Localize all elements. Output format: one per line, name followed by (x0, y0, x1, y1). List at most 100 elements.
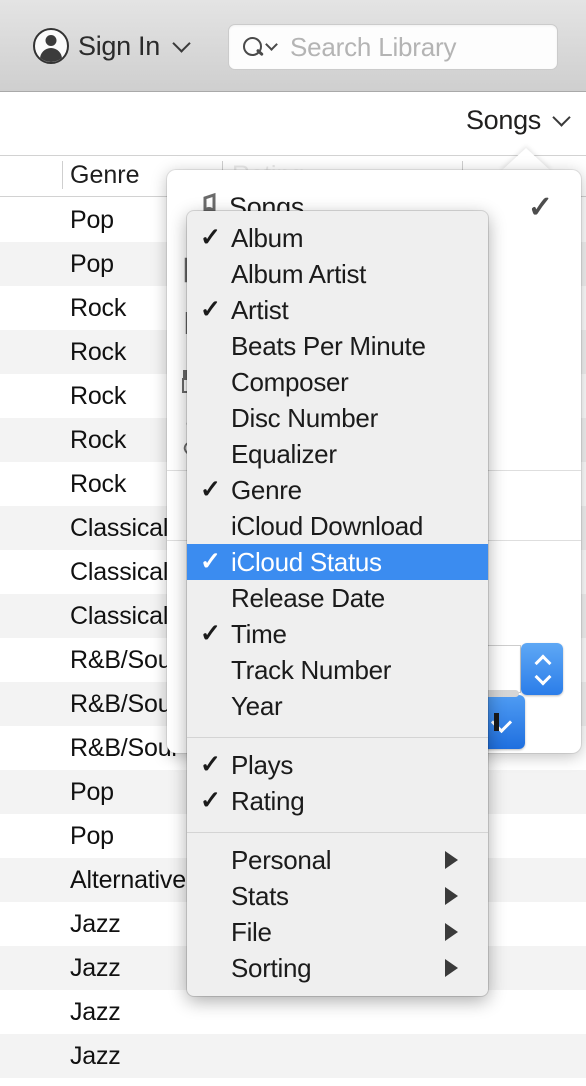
column-header-genre[interactable]: Genre (70, 161, 139, 190)
itunes-window: Sign In Search Library Songs Genre Ratin… (0, 0, 586, 1086)
menu-item-album[interactable]: ✓ Album (187, 220, 488, 256)
cell-genre: R&B/Soul (70, 689, 177, 718)
search-input[interactable]: Search Library (228, 24, 558, 70)
menu-item-plays[interactable]: ✓ Plays (187, 747, 488, 783)
cell-genre: Classical (70, 513, 169, 542)
menu-item-label: Rating (231, 785, 305, 816)
view-selector-button[interactable]: Songs (465, 105, 571, 136)
menu-item-label: File (231, 916, 272, 947)
triangle-right-icon (445, 851, 458, 869)
text-cursor (494, 713, 499, 731)
menu-item-track-number[interactable]: Track Number (187, 652, 488, 688)
stepper-up-icon[interactable] (535, 655, 549, 663)
cell-genre: Jazz (70, 909, 121, 938)
cell-genre: Jazz (70, 997, 121, 1026)
cell-genre: Rock (70, 337, 127, 366)
menu-item-release-date[interactable]: Release Date (187, 580, 488, 616)
table-row[interactable]: Jazz (0, 990, 586, 1034)
search-placeholder: Search Library (290, 31, 457, 62)
cell-genre: Alternative (70, 865, 186, 894)
table-row[interactable]: Jazz (0, 1034, 586, 1078)
cell-genre: Rock (70, 293, 127, 322)
menu-item-composer[interactable]: Composer (187, 364, 488, 400)
checkmark-icon: ✓ (527, 191, 553, 224)
menu-item-label: Genre (231, 474, 302, 505)
menu-item-disc-number[interactable]: Disc Number (187, 400, 488, 436)
checkmark-icon: ✓ (200, 547, 221, 576)
menu-item-artist[interactable]: ✓ Artist (187, 292, 488, 328)
menu-top-padding (187, 211, 488, 220)
menu-item-personal[interactable]: Personal (187, 842, 488, 878)
menu-item-icloud-download[interactable]: iCloud Download (187, 508, 488, 544)
checkmark-icon: ✓ (200, 295, 221, 324)
menu-separator (187, 737, 488, 738)
menu-item-label: Stats (231, 880, 289, 911)
menu-item-label: Composer (231, 366, 349, 397)
cell-genre: R&B/Soul (70, 733, 177, 762)
menu-group-padding (187, 724, 488, 730)
menu-item-rating[interactable]: ✓ Rating (187, 783, 488, 819)
menu-item-label: Disc Number (231, 402, 378, 433)
menu-item-label: Year (231, 690, 283, 721)
menu-separator (187, 832, 488, 833)
chevron-down-icon (552, 108, 571, 127)
cell-genre: Rock (70, 425, 127, 454)
cell-genre: Rock (70, 469, 127, 498)
menu-item-label: Album Artist (231, 258, 367, 289)
view-selector-label: Songs (465, 105, 541, 135)
menu-item-sorting[interactable]: Sorting (187, 950, 488, 986)
column-divider[interactable] (62, 161, 63, 189)
sign-in-button[interactable]: Sign In (33, 28, 191, 64)
cell-genre: Pop (70, 821, 114, 850)
stepper-down-icon[interactable] (535, 673, 549, 681)
checkmark-icon: ✓ (200, 475, 221, 504)
cell-genre: Rock (70, 381, 127, 410)
menu-item-stats[interactable]: Stats (187, 878, 488, 914)
checkmark-icon: ✓ (200, 619, 221, 648)
menu-item-time[interactable]: ✓ Time (187, 616, 488, 652)
view-bar: Songs (0, 93, 586, 156)
menu-bottom-padding (187, 986, 488, 996)
checkmark-icon: ✓ (200, 750, 221, 779)
cell-genre: Classical (70, 601, 169, 630)
menu-item-label: Plays (231, 749, 294, 780)
menu-group-padding (187, 819, 488, 825)
menu-item-beats-per-minute[interactable]: Beats Per Minute (187, 328, 488, 364)
menu-item-label: iCloud Download (231, 510, 424, 541)
menu-item-icloud-status[interactable]: ✓ iCloud Status (187, 544, 488, 580)
menu-item-genre[interactable]: ✓ Genre (187, 472, 488, 508)
cell-genre: Pop (70, 205, 114, 234)
search-icon[interactable] (242, 36, 264, 58)
cell-genre: R&B/Soul (70, 645, 177, 674)
menu-item-label: Track Number (231, 654, 392, 685)
stepper-up-down-icon[interactable] (521, 643, 563, 695)
menu-item-label: Artist (231, 294, 289, 325)
user-avatar-icon (33, 28, 69, 64)
menu-item-label: Time (231, 618, 287, 649)
menu-item-label: Release Date (231, 582, 385, 613)
popover-arrow (500, 148, 552, 172)
chevron-down-icon[interactable] (265, 38, 278, 51)
menu-item-label: Sorting (231, 952, 312, 983)
menu-item-label: Personal (231, 844, 332, 875)
checkmark-icon: ✓ (200, 786, 221, 815)
chevron-down-icon (172, 33, 191, 53)
columns-dropdown-menu[interactable]: ✓ Album Album Artist ✓ Artist Beats Per Minut… (187, 211, 488, 996)
menu-item-label: Equalizer (231, 438, 337, 469)
cell-genre: Jazz (70, 1041, 121, 1070)
cell-genre: Jazz (70, 953, 121, 982)
triangle-right-icon (445, 923, 458, 941)
menu-item-album-artist[interactable]: Album Artist (187, 256, 488, 292)
menu-item-equalizer[interactable]: Equalizer (187, 436, 488, 472)
menu-item-file[interactable]: File (187, 914, 488, 950)
cell-genre: Pop (70, 777, 114, 806)
sign-in-label: Sign In (78, 30, 160, 61)
checkmark-icon: ✓ (200, 223, 221, 252)
menu-item-label: Album (231, 222, 304, 253)
menu-item-label: iCloud Status (231, 546, 382, 577)
cell-genre: Pop (70, 249, 114, 278)
triangle-right-icon (445, 887, 458, 905)
cell-genre: Classical (70, 557, 169, 586)
top-toolbar: Sign In Search Library (0, 0, 586, 92)
menu-item-year[interactable]: Year (187, 688, 488, 724)
